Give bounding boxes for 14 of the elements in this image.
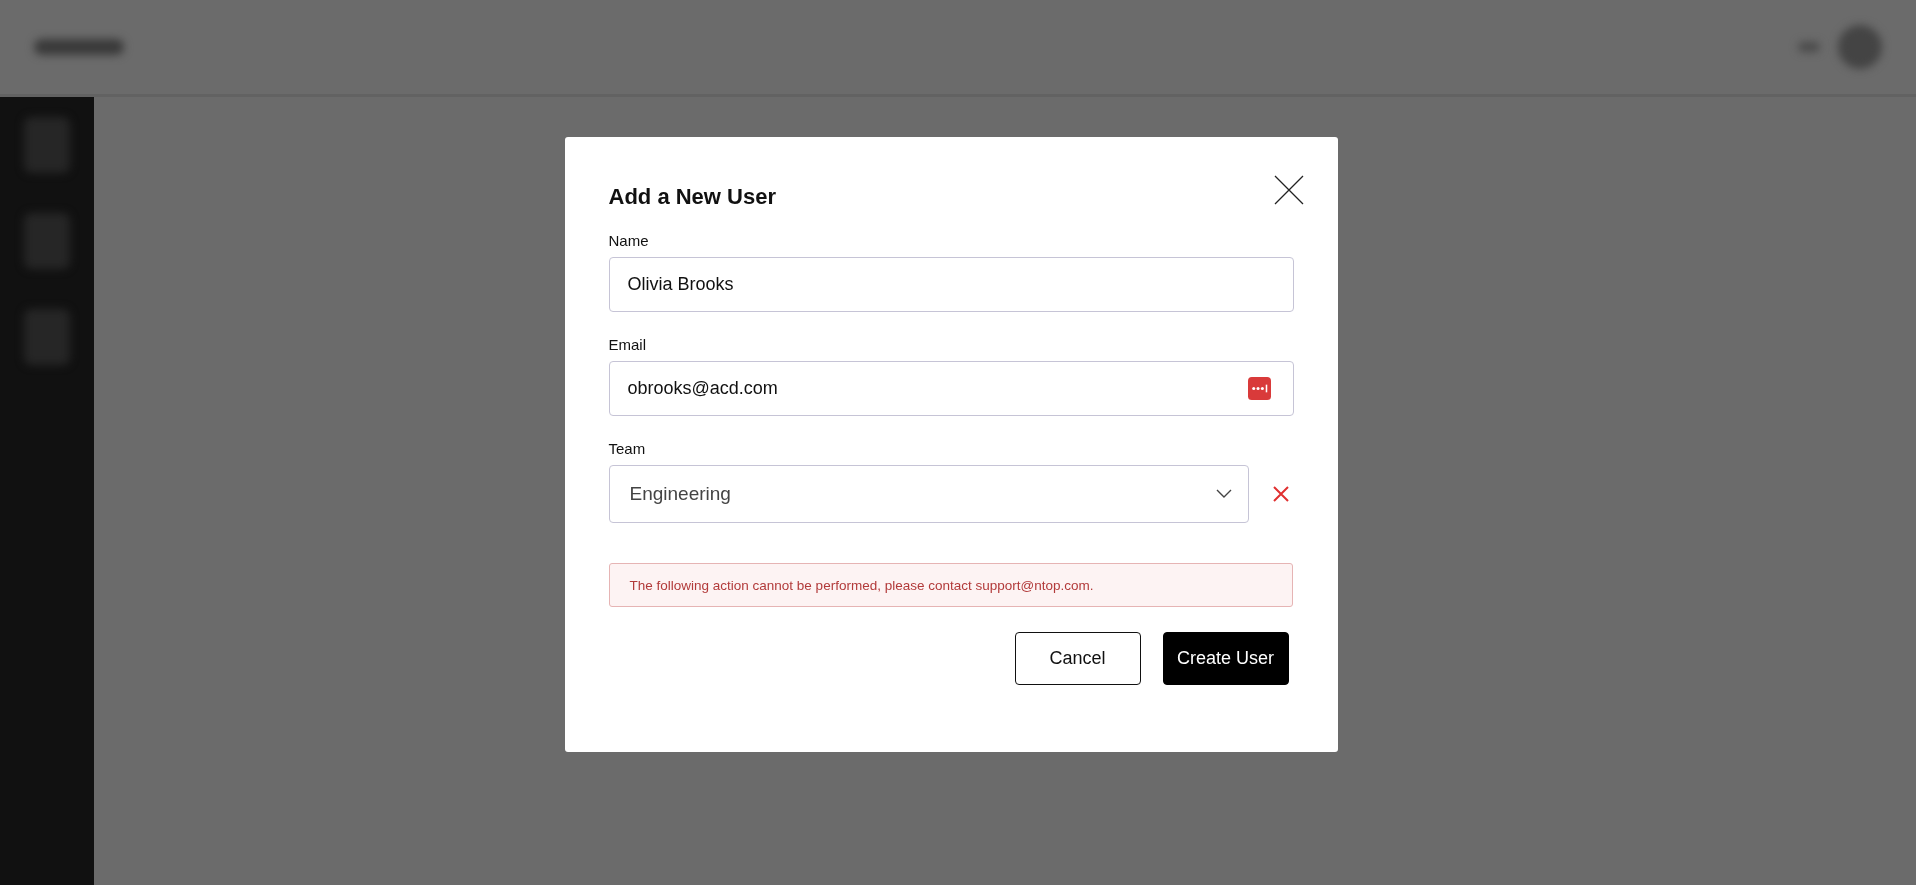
field-label: Name [608,232,650,249]
remove-icon[interactable] [1272,486,1289,502]
input-field[interactable]: obrooks@acd.com [608,361,1294,416]
error-message: The following action cannot be performed, please contact support@ntop.com. [608,563,1293,607]
chevron-down-icon [1215,489,1232,499]
dialog-title: Add a New User [608,184,776,210]
cancel-button[interactable]: Cancel [1014,632,1141,685]
field-label: Email [608,336,647,353]
input-field[interactable]: Olivia Brooks [608,257,1294,312]
create-button[interactable]: Create User [1162,632,1289,685]
team-dropdown[interactable]: Engineering [608,465,1249,523]
close-icon[interactable] [1273,175,1304,205]
field-label: Team [608,440,647,457]
avatar-icon[interactable] [1838,25,1882,69]
